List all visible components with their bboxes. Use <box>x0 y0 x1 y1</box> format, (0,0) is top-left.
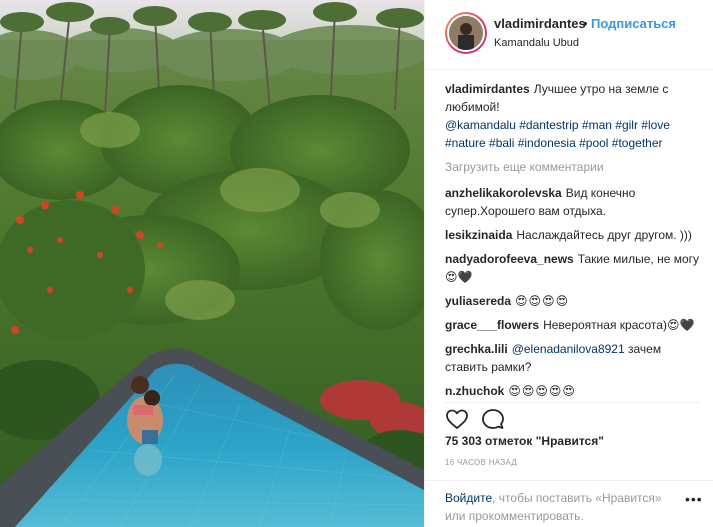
avatar[interactable] <box>445 12 487 54</box>
comment-text: Невероятная красота)😍🖤 <box>543 318 695 332</box>
comments-list[interactable]: vladimirdantes Лучшее утро на земле с люб… <box>445 80 700 397</box>
post-panel: vladimirdantes • Подписаться Kamandalu U… <box>424 0 713 527</box>
caption-author[interactable]: vladimirdantes <box>445 82 530 96</box>
comment-author[interactable]: grace___flowers <box>445 318 539 332</box>
comment-mention[interactable]: @elenadanilova8921 <box>512 342 625 356</box>
comment-author[interactable]: yuliasereda <box>445 294 511 308</box>
login-prompt: Войдите, чтобы поставить «Нравится» или … <box>445 489 685 525</box>
login-footer: Войдите, чтобы поставить «Нравится» или … <box>425 480 713 527</box>
comment-author[interactable]: n.zhuchok <box>445 384 504 397</box>
list-item: lesikzinaida Наслаждайтесь друг другом. )… <box>445 226 700 244</box>
post-photo[interactable] <box>0 0 424 527</box>
post-actions <box>445 402 700 430</box>
list-item: n.zhuchok 😍😍😍😍😍 <box>445 382 700 397</box>
post-timestamp: 16 ЧАСОВ НАЗАД <box>445 458 518 467</box>
list-item: nadyadorofeeva_news Такие милые, не могу … <box>445 250 700 286</box>
heart-icon <box>446 409 468 429</box>
comment-text: Наслаждайтесь друг другом. ))) <box>516 228 692 242</box>
comment-text: 😍😍😍😍😍 <box>508 384 576 397</box>
caption-tags[interactable]: @kamandalu #dantestrip #man #gilr #love … <box>445 116 700 152</box>
follow-button[interactable]: Подписаться <box>591 16 676 31</box>
more-options-button[interactable]: ••• <box>685 491 703 507</box>
separator-dot: • <box>583 16 588 31</box>
comment-bubble-icon <box>482 409 504 429</box>
avatar-image <box>447 14 485 52</box>
list-item: anzhelikakorolevska Вид конечно супер.Хор… <box>445 184 700 220</box>
list-item: yuliasereda 😍😍😍😍 <box>445 292 700 310</box>
load-more-comments-button[interactable]: Загрузить еще комментарии <box>445 158 700 176</box>
header-username[interactable]: vladimirdantes <box>494 16 586 31</box>
list-item: grechka.lili @elenadanilova8921 зачем ста… <box>445 340 700 376</box>
caption: vladimirdantes Лучшее утро на земле с люб… <box>445 80 700 152</box>
comment-text: 😍😍😍😍 <box>515 294 570 308</box>
list-item: grace___flowers Невероятная красота)😍🖤 <box>445 316 700 334</box>
like-button[interactable] <box>445 407 469 431</box>
likes-count[interactable]: 75 303 отметок "Нравится" <box>445 434 604 448</box>
login-link[interactable]: Войдите <box>445 491 492 505</box>
location-link[interactable]: Kamandalu Ubud <box>494 37 579 49</box>
comment-author[interactable]: lesikzinaida <box>445 228 512 242</box>
comment-button[interactable] <box>481 407 505 431</box>
comment-author[interactable]: anzhelikakorolevska <box>445 186 562 200</box>
jungle-pool-image <box>0 0 424 527</box>
comment-author[interactable]: nadyadorofeeva_news <box>445 252 574 266</box>
post-header: vladimirdantes • Подписаться Kamandalu U… <box>425 0 713 70</box>
comment-author[interactable]: grechka.lili <box>445 342 508 356</box>
